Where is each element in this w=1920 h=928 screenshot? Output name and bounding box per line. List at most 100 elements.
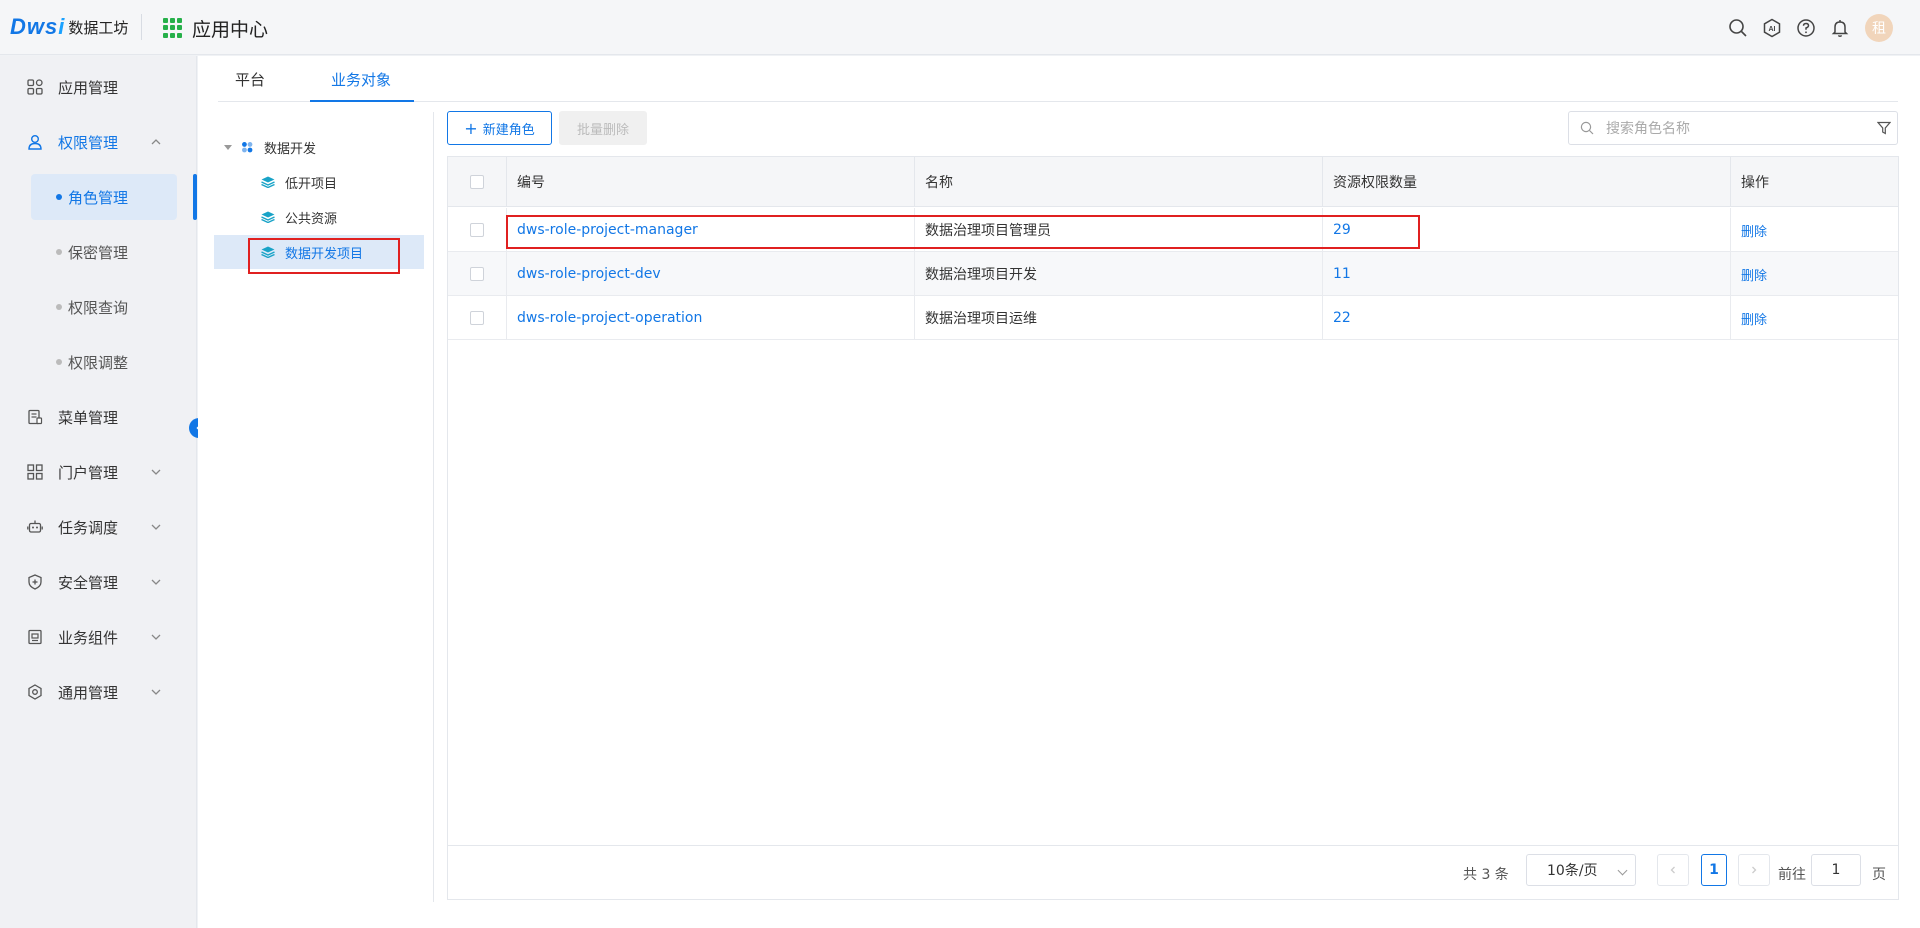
tab-platform[interactable]: 平台 bbox=[235, 56, 265, 102]
row-checkbox[interactable] bbox=[470, 267, 484, 281]
permission-count-link[interactable]: 22 bbox=[1323, 296, 1731, 340]
page-size-value: 10条/页 bbox=[1547, 863, 1598, 879]
sidebar-item-task-scheduling[interactable]: 任务调度 bbox=[0, 504, 196, 550]
svg-text:AI: AI bbox=[1769, 26, 1776, 33]
next-page-button[interactable] bbox=[1738, 854, 1770, 886]
tree-node-label: 数据开发项目 bbox=[285, 246, 364, 262]
sidebar-subitem-label: 保密管理 bbox=[68, 243, 129, 262]
role-code-link[interactable]: dws-role-project-manager bbox=[507, 208, 915, 252]
chevron-left-icon bbox=[1670, 866, 1675, 874]
settings-icon bbox=[26, 683, 44, 701]
delete-link[interactable]: 删除 bbox=[1731, 252, 1898, 296]
tree-node-public-resources[interactable]: 公共资源 bbox=[214, 200, 424, 234]
permission-count-link[interactable]: 11 bbox=[1323, 252, 1731, 296]
top-header: Dwsi 数据工坊 应用中心 AI 租 bbox=[0, 0, 1920, 55]
sidebar-item-label: 菜单管理 bbox=[58, 408, 119, 427]
sidebar-item-general-management[interactable]: 通用管理 bbox=[0, 669, 196, 715]
sidebar-item-menu-management[interactable]: 菜单管理 bbox=[0, 394, 196, 440]
prev-page-button[interactable] bbox=[1657, 854, 1689, 886]
row-select-cell bbox=[448, 208, 507, 252]
table-header: 编号 名称 资源权限数量 操作 bbox=[448, 157, 1898, 207]
role-code-link[interactable]: dws-role-project-operation bbox=[507, 296, 915, 340]
bullet-icon bbox=[56, 359, 62, 365]
row-select-cell bbox=[448, 296, 507, 340]
sidebar-item-label: 安全管理 bbox=[58, 573, 119, 592]
category-tree: 数据开发 低开项目 公共资源 数据开发项目 bbox=[214, 112, 434, 902]
total-count: 共 3 条 bbox=[1463, 867, 1509, 883]
sidebar-item-permission-management[interactable]: 权限管理 bbox=[0, 119, 196, 165]
ai-icon[interactable]: AI bbox=[1761, 17, 1783, 39]
select-all-cell bbox=[448, 157, 507, 207]
role-name: 数据治理项目管理员 bbox=[915, 208, 1323, 252]
chevron-down-icon bbox=[150, 576, 162, 588]
column-header-permission-count[interactable]: 资源权限数量 bbox=[1323, 157, 1731, 207]
row-checkbox[interactable] bbox=[470, 311, 484, 325]
layers-icon bbox=[261, 211, 275, 223]
robot-icon bbox=[26, 518, 44, 536]
search-placeholder: 搜索角色名称 bbox=[1606, 121, 1690, 137]
row-select-cell bbox=[448, 252, 507, 296]
table-row: dws-role-project-dev 数据治理项目开发 11 删除 bbox=[448, 252, 1898, 296]
group-icon bbox=[242, 142, 253, 153]
row-checkbox[interactable] bbox=[470, 223, 484, 237]
tree-node-label: 低开项目 bbox=[285, 176, 338, 192]
sidebar-subitem-permission-query[interactable]: 权限查询 bbox=[31, 284, 177, 330]
select-all-checkbox[interactable] bbox=[470, 175, 484, 189]
app-center-button[interactable]: 应用中心 bbox=[163, 15, 268, 41]
page-size-select[interactable]: 10条/页 bbox=[1526, 854, 1636, 886]
help-icon[interactable] bbox=[1795, 17, 1817, 39]
component-icon bbox=[26, 628, 44, 646]
role-name: 数据治理项目开发 bbox=[915, 252, 1323, 296]
sidebar-item-label: 应用管理 bbox=[58, 78, 119, 97]
tree-node-lowcode-project[interactable]: 低开项目 bbox=[214, 165, 424, 199]
plus-icon: + bbox=[464, 118, 478, 138]
logo-mark-text: Dws bbox=[10, 14, 59, 39]
sidebar-item-app-management[interactable]: 应用管理 bbox=[0, 64, 196, 110]
sidebar-item-security-management[interactable]: 安全管理 bbox=[0, 559, 196, 605]
shield-icon bbox=[26, 573, 44, 591]
bullet-icon bbox=[56, 304, 62, 310]
bell-icon[interactable] bbox=[1829, 17, 1851, 39]
permission-count-link[interactable]: 29 bbox=[1323, 208, 1731, 252]
goto-page-input[interactable]: 1 bbox=[1811, 854, 1861, 886]
header-divider bbox=[141, 14, 142, 40]
sidebar-item-business-components[interactable]: 业务组件 bbox=[0, 614, 196, 660]
app-grid-icon bbox=[163, 18, 183, 38]
batch-delete-button[interactable]: 批量删除 bbox=[559, 111, 647, 145]
delete-link[interactable]: 删除 bbox=[1731, 296, 1898, 340]
chevron-down-icon bbox=[150, 631, 162, 643]
sidebar-subitem-role-management[interactable]: 角色管理 bbox=[31, 174, 177, 220]
sidebar-item-label: 门户管理 bbox=[58, 463, 119, 482]
logo-mark: Dwsi bbox=[10, 14, 65, 40]
goto-suffix: 页 bbox=[1872, 867, 1886, 883]
menu-doc-icon bbox=[26, 408, 44, 426]
page-number-button[interactable]: 1 bbox=[1701, 854, 1727, 886]
search-input[interactable]: 搜索角色名称 bbox=[1568, 111, 1898, 145]
sidebar-subitem-secrecy-management[interactable]: 保密管理 bbox=[31, 229, 177, 275]
avatar[interactable]: 租 bbox=[1865, 14, 1893, 42]
sidebar-item-label: 通用管理 bbox=[58, 683, 119, 702]
goto-prefix: 前往 bbox=[1778, 867, 1806, 883]
logo[interactable]: Dwsi 数据工坊 bbox=[10, 13, 128, 41]
sidebar-subitem-permission-adjust[interactable]: 权限调整 bbox=[31, 339, 177, 385]
column-header-code[interactable]: 编号 bbox=[507, 157, 915, 207]
sidebar-subitem-label: 权限调整 bbox=[68, 353, 129, 372]
caret-down-icon bbox=[224, 144, 232, 150]
delete-link[interactable]: 删除 bbox=[1731, 208, 1898, 252]
search-icon[interactable] bbox=[1727, 17, 1749, 39]
tree-node-root[interactable]: 数据开发 bbox=[224, 130, 424, 164]
chevron-down-icon bbox=[150, 521, 162, 533]
role-name: 数据治理项目运维 bbox=[915, 296, 1323, 340]
header-tools: AI 租 bbox=[1715, 13, 1893, 43]
chevron-down-icon bbox=[150, 686, 162, 698]
tree-node-data-dev-project[interactable]: 数据开发项目 bbox=[214, 235, 424, 269]
new-role-button[interactable]: + 新建角色 bbox=[447, 111, 552, 145]
chevron-down-icon bbox=[1617, 865, 1628, 876]
tab-business-object[interactable]: 业务对象 bbox=[331, 56, 391, 102]
role-code-link[interactable]: dws-role-project-dev bbox=[507, 252, 915, 296]
filter-icon[interactable] bbox=[1877, 121, 1891, 135]
tree-node-label: 公共资源 bbox=[285, 211, 338, 227]
column-header-name[interactable]: 名称 bbox=[915, 157, 1323, 207]
sidebar-item-portal-management[interactable]: 门户管理 bbox=[0, 449, 196, 495]
search-icon bbox=[1580, 121, 1594, 135]
